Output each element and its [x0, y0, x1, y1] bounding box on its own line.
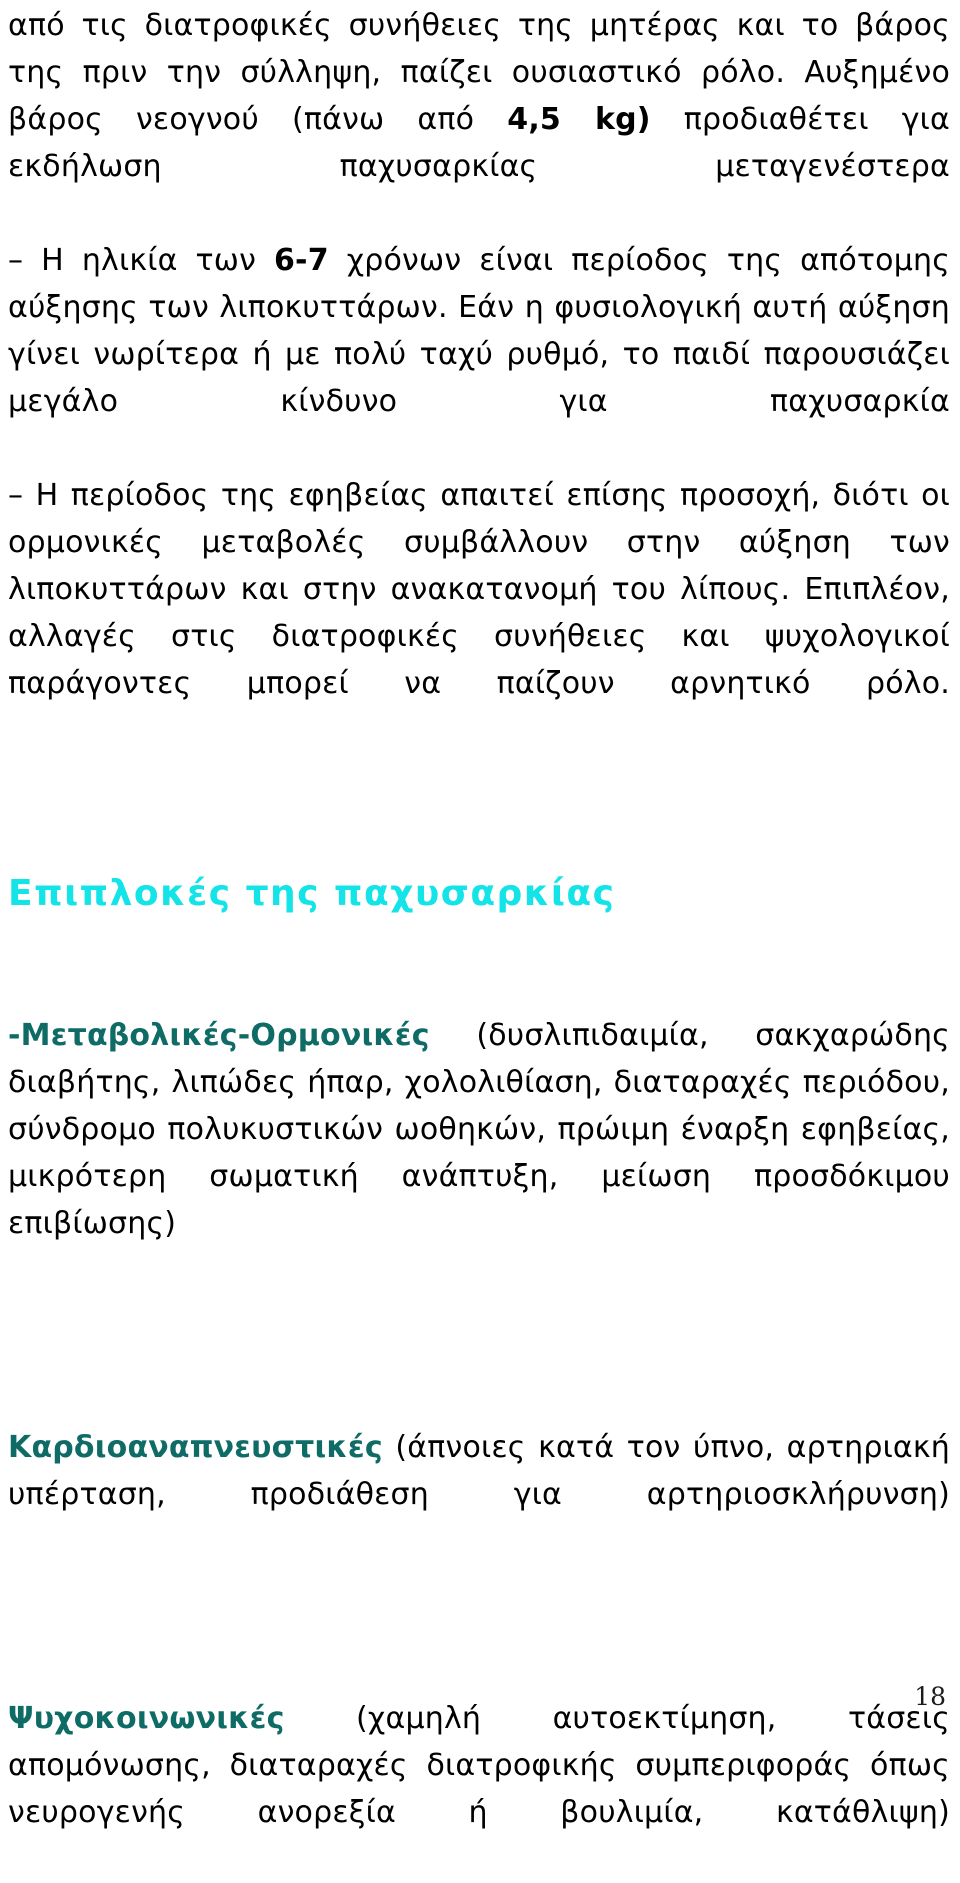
bullet-puberty-text: – Η περίοδος της εφηβείας απαιτεί επίσης…: [8, 478, 950, 701]
complication-metabolic-hormonal: -Μεταβολικές-Ορμονικές (δυσλιπιδαιμία, σ…: [8, 1012, 950, 1294]
document-page: από τις διατροφικές συνήθειες της μητέρα…: [0, 0, 960, 1830]
spacer-between-complications-2: [8, 1565, 950, 1695]
age-range-value: 6-7: [273, 243, 329, 278]
newborn-weight-value: 4,5 kg): [507, 102, 651, 137]
bullet-age-6-7: – Η ηλικία των 6-7 χρόνων είναι περίοδος…: [8, 237, 950, 472]
section-heading-complications: Επιπλοκές της παχυσαρκίας: [8, 873, 616, 914]
spacer-after-heading: [8, 916, 950, 1012]
spacer-between-complications-1: [8, 1294, 950, 1424]
complication-lead-label: Ψυχοκοινωνικές: [8, 1701, 285, 1736]
complication-lead-label: Καρδιοαναπνευστικές: [8, 1430, 383, 1465]
spacer-before-heading: [8, 754, 950, 872]
bullet-puberty: – Η περίοδος της εφηβείας απαιτεί επίσης…: [8, 472, 950, 754]
intro-paragraph: από τις διατροφικές συνήθειες της μητέρα…: [8, 0, 950, 237]
page-number: 18: [914, 1682, 946, 1711]
complication-psychosocial: Ψυχοκοινωνικές (χαμηλή αυτοεκτίμηση, τάσ…: [8, 1695, 950, 1883]
complication-lead-label: -Μεταβολικές-Ορμονικές: [8, 1018, 430, 1053]
bullet-age-text-lead: – Η ηλικία των: [8, 243, 274, 278]
complication-cardiorespiratory: Καρδιοαναπνευστικές (άπνοιες κατά τον ύπ…: [8, 1424, 950, 1565]
